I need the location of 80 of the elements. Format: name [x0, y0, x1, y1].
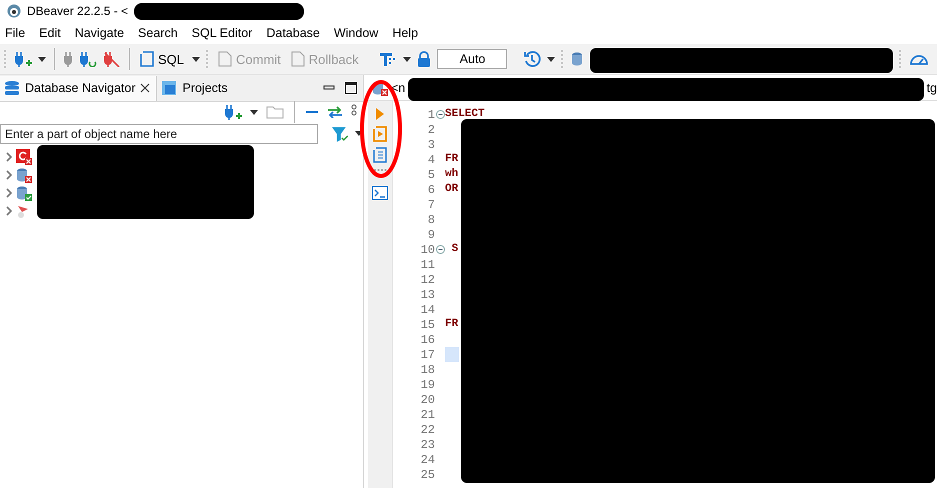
run-script-icon [373, 126, 387, 142]
line-number: 9 [426, 228, 435, 242]
dropdown-caret-icon [250, 110, 258, 114]
app-logo-icon [7, 4, 21, 18]
transaction-mode-icon [378, 51, 397, 67]
line-number: 16 [420, 332, 435, 346]
fold-icon [436, 110, 444, 119]
editor-tab-text: tg [926, 80, 937, 94]
line-number: 14 [420, 302, 435, 316]
disconnect-icon [103, 51, 121, 67]
menu-item[interactable]: Search [138, 26, 178, 40]
line-number: 25 [420, 468, 435, 482]
line-number: 13 [420, 288, 435, 302]
line-number: 1 [426, 108, 435, 122]
link-arrows-icon [327, 106, 343, 118]
line-number: 12 [420, 272, 435, 286]
filter-icon [331, 126, 350, 142]
new-folder-icon [266, 105, 284, 119]
line-number: 6 [426, 182, 435, 196]
menu-item[interactable]: Window [334, 26, 378, 40]
menu-item[interactable]: Database [266, 26, 320, 40]
transaction-mode-field[interactable]: Auto [436, 49, 507, 69]
line-number: 19 [420, 378, 435, 392]
line-number: 23 [420, 438, 435, 452]
line-number: 22 [420, 422, 435, 436]
line-number: 11 [420, 258, 435, 272]
sql-editor-button[interactable]: SQL [138, 47, 186, 71]
dropdown-caret-icon [546, 56, 555, 62]
line-number: 17 [420, 348, 435, 362]
new-connection-icon [224, 104, 242, 120]
line-number: 24 [420, 452, 435, 466]
code-line: SELECT [445, 107, 485, 122]
line-number: 8 [426, 212, 435, 226]
database-stack-icon [4, 80, 20, 96]
close-icon [140, 83, 150, 93]
code-line: wh [445, 167, 459, 182]
line-number: 7 [426, 198, 435, 212]
more-dots-icon [373, 168, 387, 172]
window-icon [161, 80, 178, 96]
line-number: 20 [420, 392, 435, 406]
dropdown-caret-icon [402, 56, 411, 62]
maximize-icon [345, 82, 357, 94]
document-icon [290, 51, 305, 67]
line-number: 4 [426, 152, 435, 166]
line-number: 3 [426, 138, 435, 152]
line-number: 18 [420, 362, 435, 376]
code-line: S [450, 242, 459, 257]
line-number: 10 [420, 242, 435, 256]
explain-plan-icon [373, 147, 387, 163]
new-connection-icon [14, 51, 32, 67]
window-title: DBeaver 22.2.5 - < [27, 4, 128, 18]
menu-item[interactable]: Help [392, 26, 418, 40]
terminal-icon [372, 186, 388, 200]
menu-item[interactable]: File [5, 26, 26, 40]
menu-item[interactable]: Navigate [74, 26, 124, 40]
database-connected-icon [16, 185, 32, 201]
history-icon [522, 50, 541, 68]
line-number: 2 [426, 122, 435, 136]
menu-item[interactable]: SQL Editor [192, 26, 252, 40]
line-number: 15 [420, 318, 435, 332]
reconnect-icon [79, 51, 97, 67]
dropdown-caret-icon [192, 56, 200, 62]
panel-tab[interactable]: Projects [157, 76, 235, 100]
menu-item[interactable]: Edit [39, 26, 61, 40]
connection-error-icon [16, 149, 32, 165]
code-line: FR [445, 152, 459, 167]
filter-field[interactable]: Enter a part of object name here [0, 124, 318, 144]
script-icon [140, 51, 154, 67]
run-icon [375, 107, 385, 121]
database-error-icon [16, 167, 32, 183]
line-number: 5 [426, 168, 435, 182]
code-line: OR [445, 182, 459, 197]
code-line: FR [445, 317, 459, 332]
dropdown-caret-icon [38, 56, 46, 62]
document-icon [218, 51, 232, 67]
line-number: 21 [420, 408, 435, 422]
lock-icon [416, 51, 431, 67]
plug-icon [63, 51, 73, 67]
fold-icon [436, 245, 444, 254]
panel-tab[interactable]: Database Navigator [0, 76, 158, 100]
